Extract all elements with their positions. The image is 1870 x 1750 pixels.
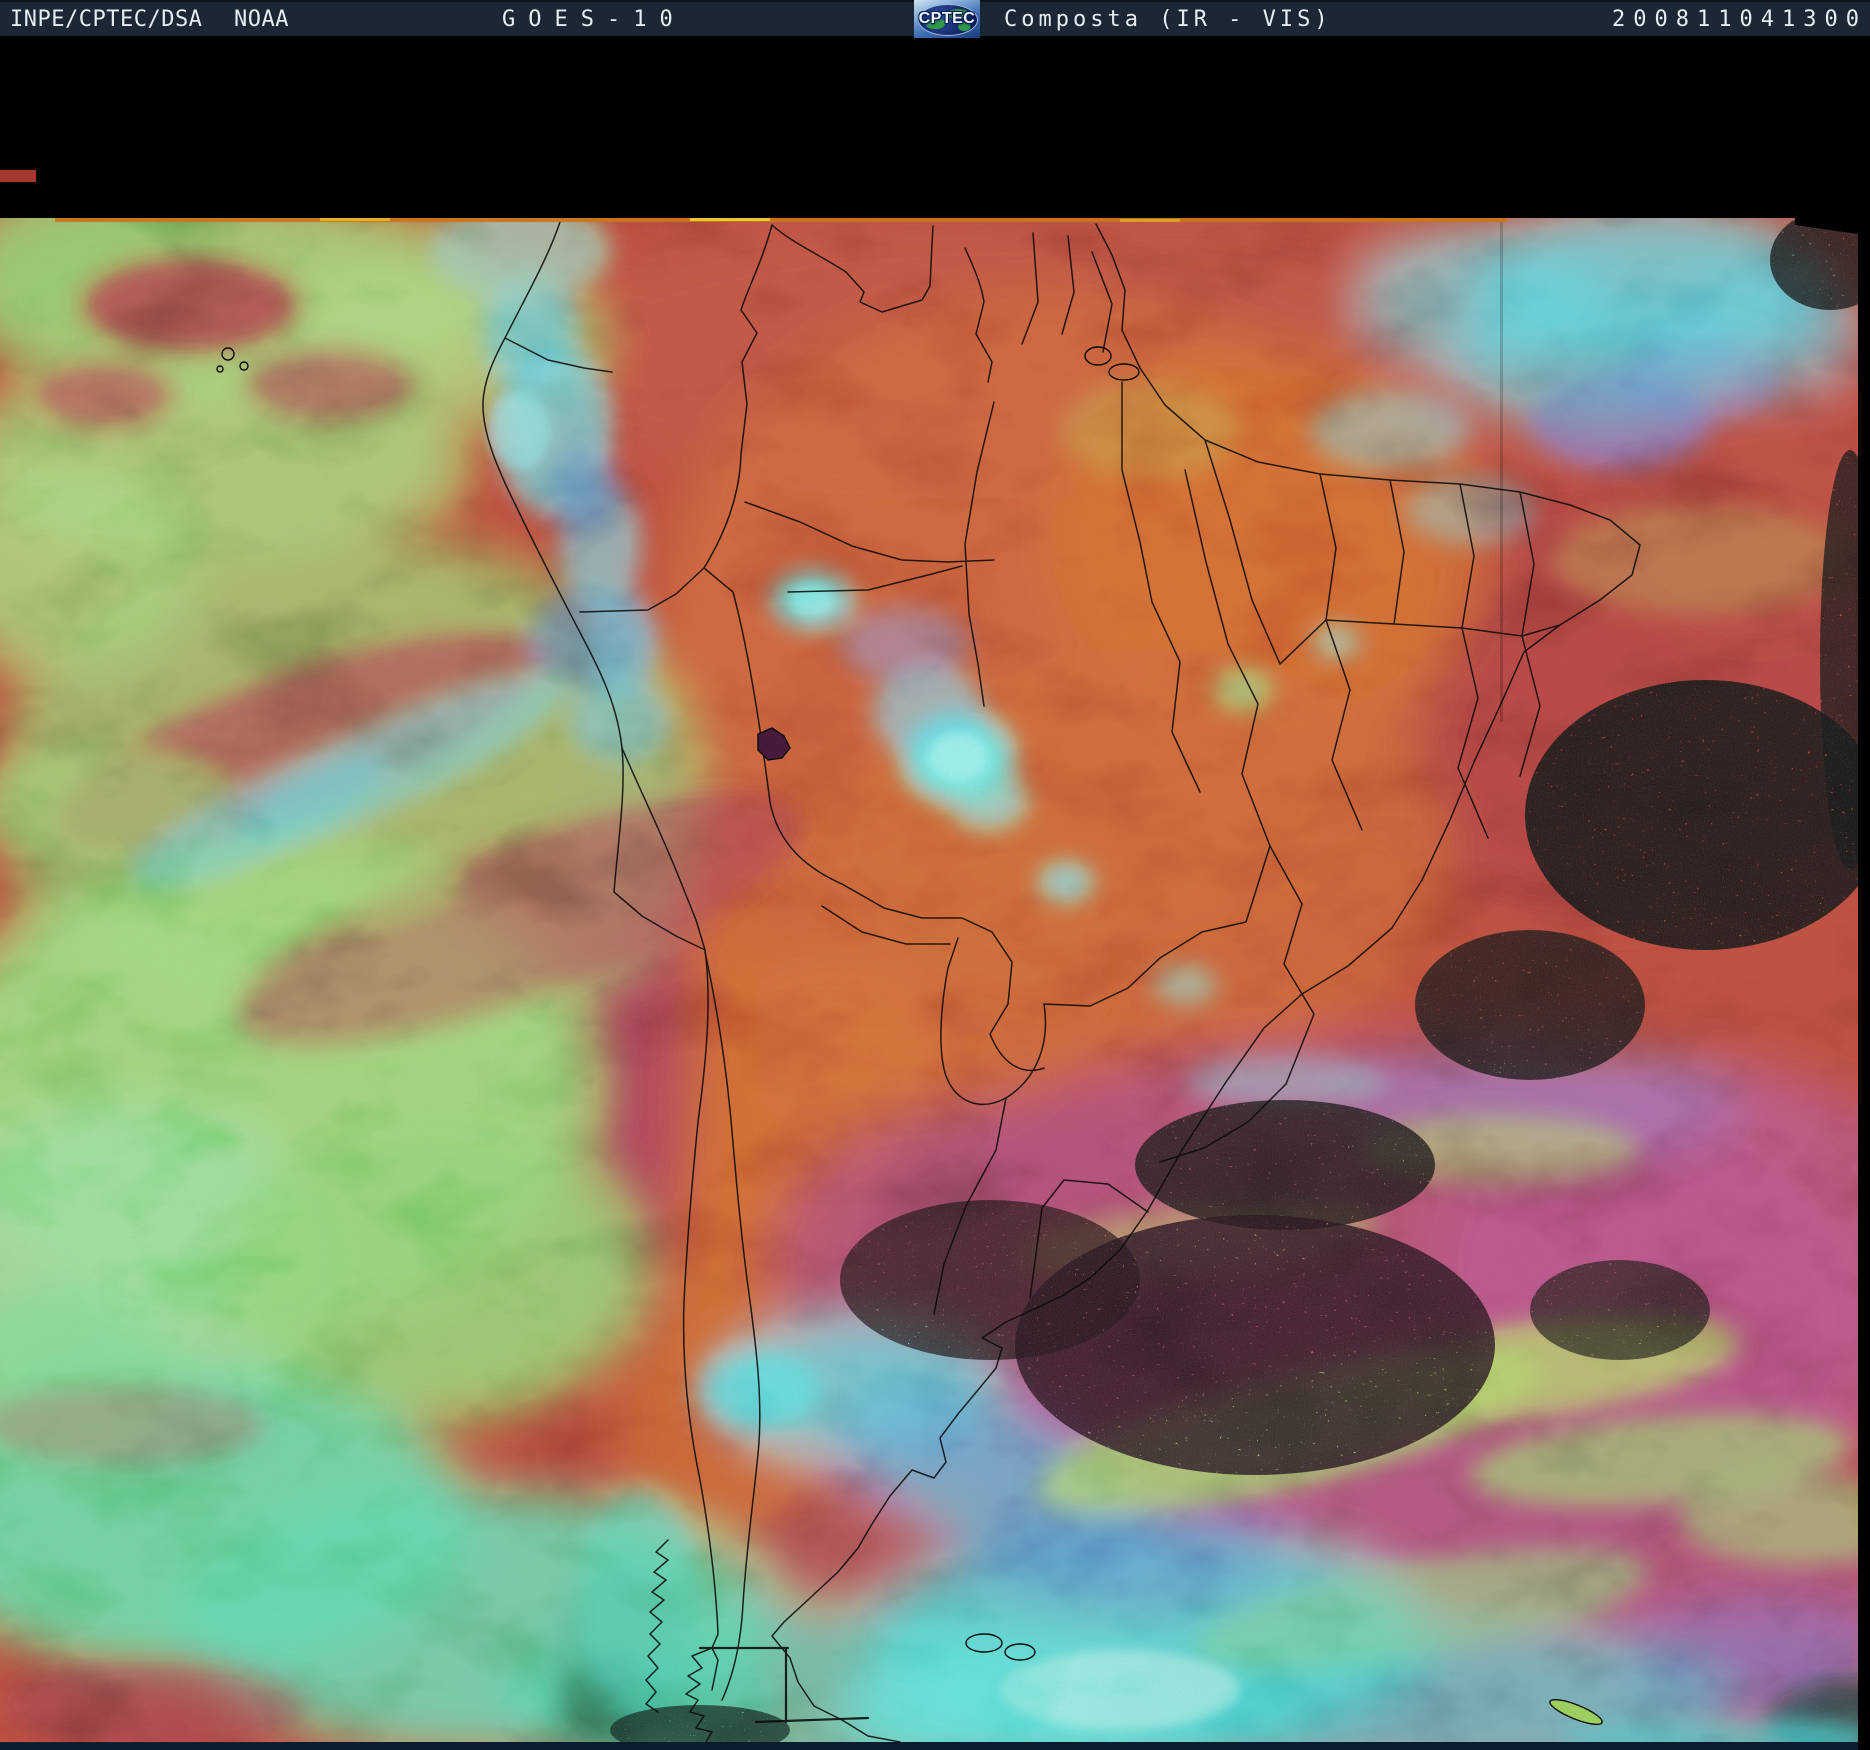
satellite-label: GOES-10 xyxy=(502,7,686,32)
timestamp-label: 200811041300 xyxy=(1612,7,1867,32)
scan-top-line xyxy=(55,218,1507,222)
product-label: Composta (IR - VIS) xyxy=(1004,7,1332,32)
scan-edge-artifact xyxy=(0,170,36,182)
agency-label: INPE/CPTEC/DSA xyxy=(10,7,202,32)
grain-noise-light xyxy=(0,218,1858,1744)
noaa-label: NOAA xyxy=(234,7,289,32)
cptec-logo-text: CPTEC xyxy=(919,10,976,28)
satellite-viewer-window: INPE/CPTEC/DSA NOAA GOES-10 Composta (IR… xyxy=(0,0,1870,1750)
cptec-logo-icon: CPTEC xyxy=(914,0,980,38)
bottom-strip xyxy=(0,1742,1858,1750)
satellite-image xyxy=(0,0,1870,1750)
scan-seam xyxy=(1500,222,1503,722)
